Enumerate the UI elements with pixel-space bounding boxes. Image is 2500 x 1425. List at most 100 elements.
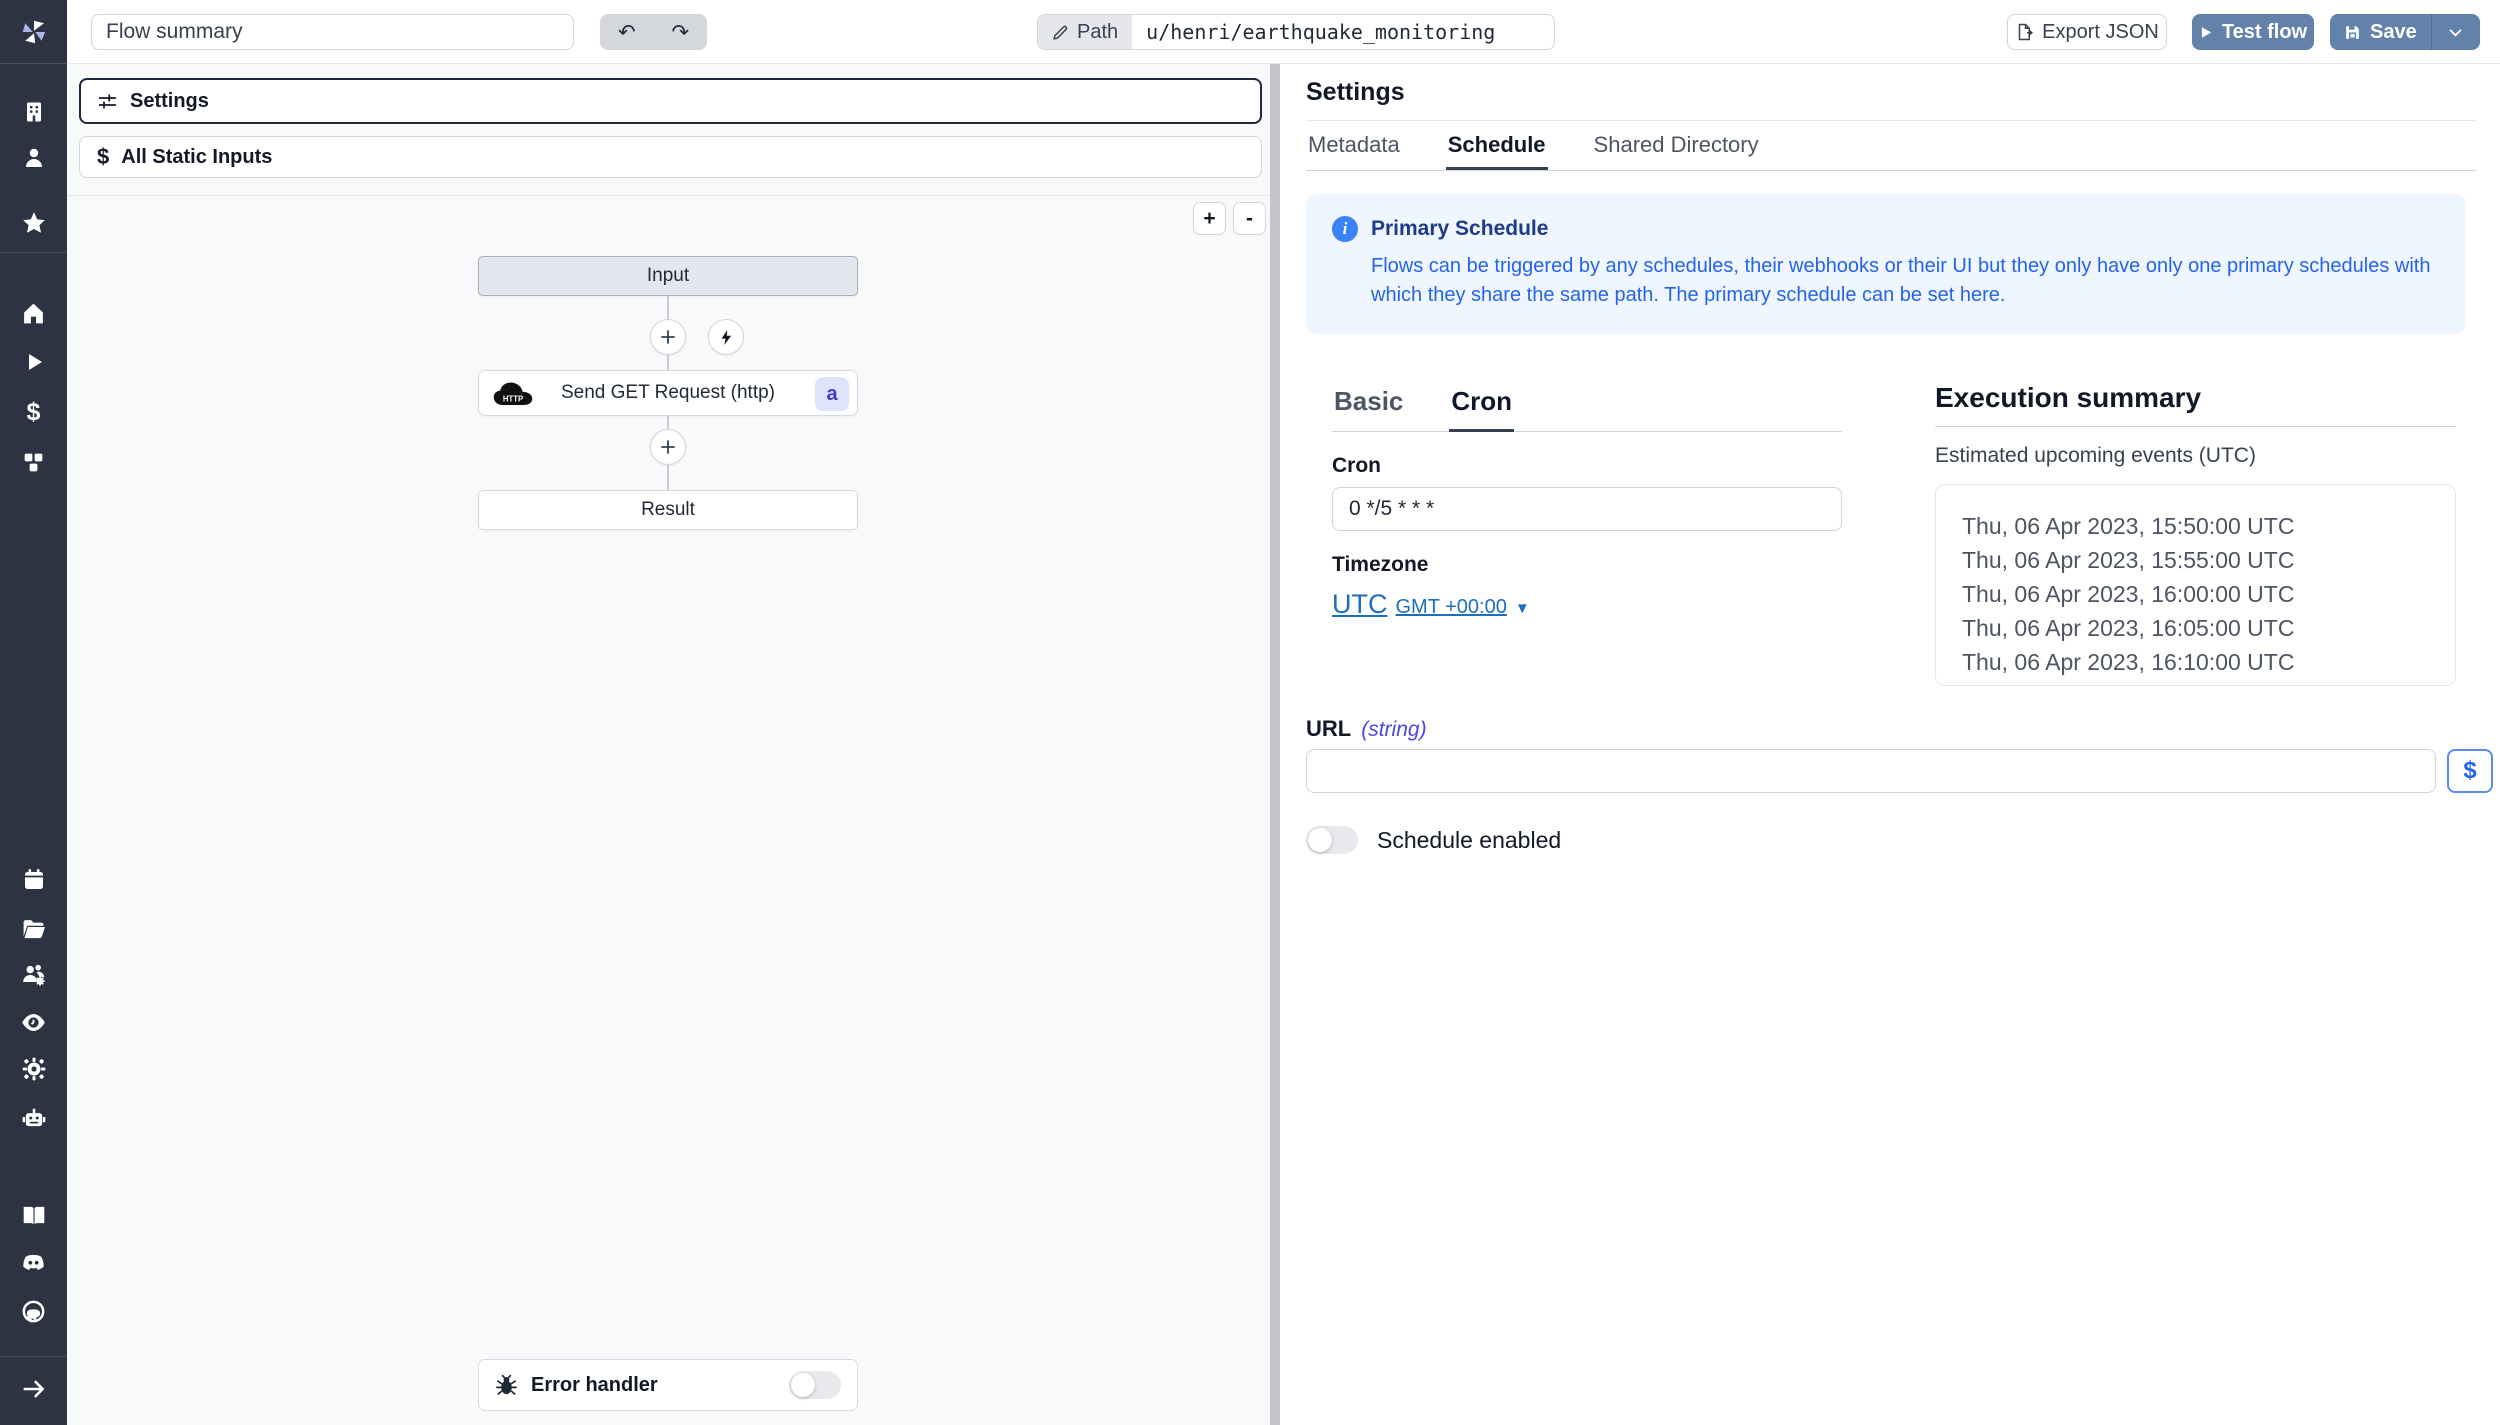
sidebar-item-user[interactable]	[0, 136, 67, 180]
gear-icon	[21, 1056, 47, 1082]
save-icon	[2344, 24, 2361, 41]
sidebar-item-github[interactable]	[0, 1289, 67, 1333]
all-static-inputs-button[interactable]: $ All Static Inputs	[79, 136, 1262, 178]
error-handler-toggle[interactable]	[789, 1371, 841, 1399]
settings-panel-title: Settings	[1306, 78, 1405, 107]
file-export-icon	[2015, 23, 2033, 41]
sidebar-item-schedules[interactable]	[0, 857, 67, 901]
sidebar-divider	[0, 1356, 67, 1357]
eye-icon	[20, 1009, 47, 1036]
tab-basic[interactable]: Basic	[1332, 386, 1405, 432]
panel-resize-handle[interactable]	[1270, 64, 1280, 1425]
undo-redo-group: ↶ ↷	[600, 14, 707, 50]
path-field[interactable]: Path u/henri/earthquake_monitoring	[1037, 14, 1555, 50]
book-open-icon	[21, 1202, 47, 1228]
zoom-out-button[interactable]: -	[1233, 202, 1266, 235]
path-value: u/henri/earthquake_monitoring	[1132, 15, 1509, 49]
flow-graph-canvas[interactable]: + - Input HTTP Send GET Request (http) a	[67, 196, 1270, 1425]
flow-settings-label: Settings	[130, 90, 209, 113]
save-button[interactable]: Save	[2330, 14, 2431, 50]
sidebar-item-resources[interactable]	[0, 440, 67, 484]
step-id-badge: a	[815, 377, 849, 411]
sidebar-item-variables[interactable]: $	[0, 390, 67, 434]
insert-variable-button[interactable]: $	[2447, 749, 2493, 793]
sidebar-item-groups[interactable]	[0, 953, 67, 997]
title-divider	[1306, 120, 2476, 121]
cron-label: Cron	[1332, 454, 1842, 478]
user-icon	[22, 146, 46, 170]
github-icon	[20, 1298, 47, 1325]
url-label: URL	[1306, 716, 1351, 742]
redo-button[interactable]: ↷	[654, 14, 708, 50]
sidebar-collapse-toggle[interactable]	[0, 1367, 67, 1411]
play-icon	[22, 350, 46, 374]
tab-cron[interactable]: Cron	[1449, 386, 1514, 432]
execution-summary-divider	[1935, 426, 2456, 427]
users-gear-icon	[21, 962, 47, 988]
dollar-icon: $	[27, 398, 41, 427]
flow-panel-header: Settings $ All Static Inputs	[67, 64, 1270, 196]
add-trigger-button[interactable]	[708, 319, 744, 355]
sidebar-item-docs[interactable]	[0, 1193, 67, 1237]
flow-summary-input[interactable]	[91, 14, 574, 50]
settings-panel: Settings Metadata Schedule Shared Direct…	[1280, 64, 2500, 1425]
info-icon: i	[1332, 216, 1358, 242]
sidebar-item-workspace[interactable]	[0, 90, 67, 134]
sidebar-item-folders[interactable]	[0, 906, 67, 950]
cron-input[interactable]	[1332, 487, 1842, 531]
flow-node-http-step[interactable]: HTTP Send GET Request (http) a	[478, 370, 858, 416]
undo-button[interactable]: ↶	[600, 14, 654, 50]
sidebar-item-audit-logs[interactable]	[0, 1000, 67, 1044]
error-handler-node[interactable]: Error handler	[478, 1359, 858, 1411]
zoom-in-button[interactable]: +	[1193, 202, 1226, 235]
path-label: Path	[1038, 15, 1132, 49]
sidebar-item-settings[interactable]	[0, 1047, 67, 1091]
pencil-icon	[1052, 24, 1069, 41]
schedule-mode-tabs: Basic Cron	[1332, 386, 1842, 432]
cubes-icon	[21, 450, 46, 475]
robot-icon	[21, 1105, 47, 1131]
event-item: Thu, 06 Apr 2023, 16:05:00 UTC	[1962, 611, 2455, 645]
url-input[interactable]	[1306, 749, 2436, 793]
info-title: Primary Schedule	[1371, 216, 1548, 241]
calendar-icon	[22, 867, 46, 891]
chevron-down-icon	[2447, 24, 2464, 41]
event-item: Thu, 06 Apr 2023, 16:00:00 UTC	[1962, 577, 2455, 611]
sidebar-item-discord[interactable]	[0, 1240, 67, 1284]
event-item: Thu, 06 Apr 2023, 16:10:00 UTC	[1962, 645, 2455, 679]
info-body: Flows can be triggered by any schedules,…	[1371, 252, 2440, 310]
plus-icon	[659, 328, 677, 346]
event-item: Thu, 06 Apr 2023, 15:55:00 UTC	[1962, 543, 2455, 577]
export-json-button[interactable]: Export JSON	[2007, 14, 2167, 50]
schedule-enabled-toggle[interactable]	[1306, 826, 1358, 854]
upcoming-events-list: Thu, 06 Apr 2023, 15:50:00 UTC Thu, 06 A…	[1935, 484, 2456, 686]
add-step-button[interactable]	[650, 429, 686, 465]
flow-node-result[interactable]: Result	[478, 490, 858, 530]
sidebar-divider	[0, 252, 67, 253]
sidebar-item-runs[interactable]	[0, 340, 67, 384]
timezone-select[interactable]: UTC GMT +00:00 ▼	[1332, 589, 1842, 620]
flow-settings-button[interactable]: Settings	[79, 78, 1262, 124]
tab-metadata[interactable]: Metadata	[1306, 122, 1402, 170]
play-icon	[2199, 25, 2213, 40]
schedule-enabled-label: Schedule enabled	[1377, 827, 1561, 854]
sidebar-item-workers[interactable]	[0, 1096, 67, 1140]
lightning-icon	[718, 329, 735, 346]
http-step-label: Send GET Request (http)	[561, 382, 775, 404]
execution-summary-column: Execution summary Estimated upcoming eve…	[1935, 382, 2456, 686]
toggle-knob	[791, 1373, 815, 1397]
sidebar-item-home[interactable]	[0, 291, 67, 335]
add-step-button[interactable]	[650, 319, 686, 355]
windmill-logo[interactable]	[0, 10, 67, 54]
settings-tabs: Metadata Schedule Shared Directory	[1306, 122, 2476, 171]
arrow-right-icon	[21, 1376, 47, 1402]
flow-node-input[interactable]: Input	[478, 256, 858, 296]
building-icon	[22, 100, 46, 124]
test-flow-button[interactable]: Test flow	[2192, 14, 2314, 50]
schedule-editor-column: Basic Cron Cron Timezone UTC GMT +00:00 …	[1332, 386, 1842, 620]
tab-schedule[interactable]: Schedule	[1446, 122, 1548, 170]
sidebar-item-favorites[interactable]	[0, 201, 67, 245]
save-dropdown-button[interactable]	[2432, 14, 2480, 50]
app-sidebar: $	[0, 0, 67, 1425]
tab-shared-directory[interactable]: Shared Directory	[1592, 122, 1761, 170]
